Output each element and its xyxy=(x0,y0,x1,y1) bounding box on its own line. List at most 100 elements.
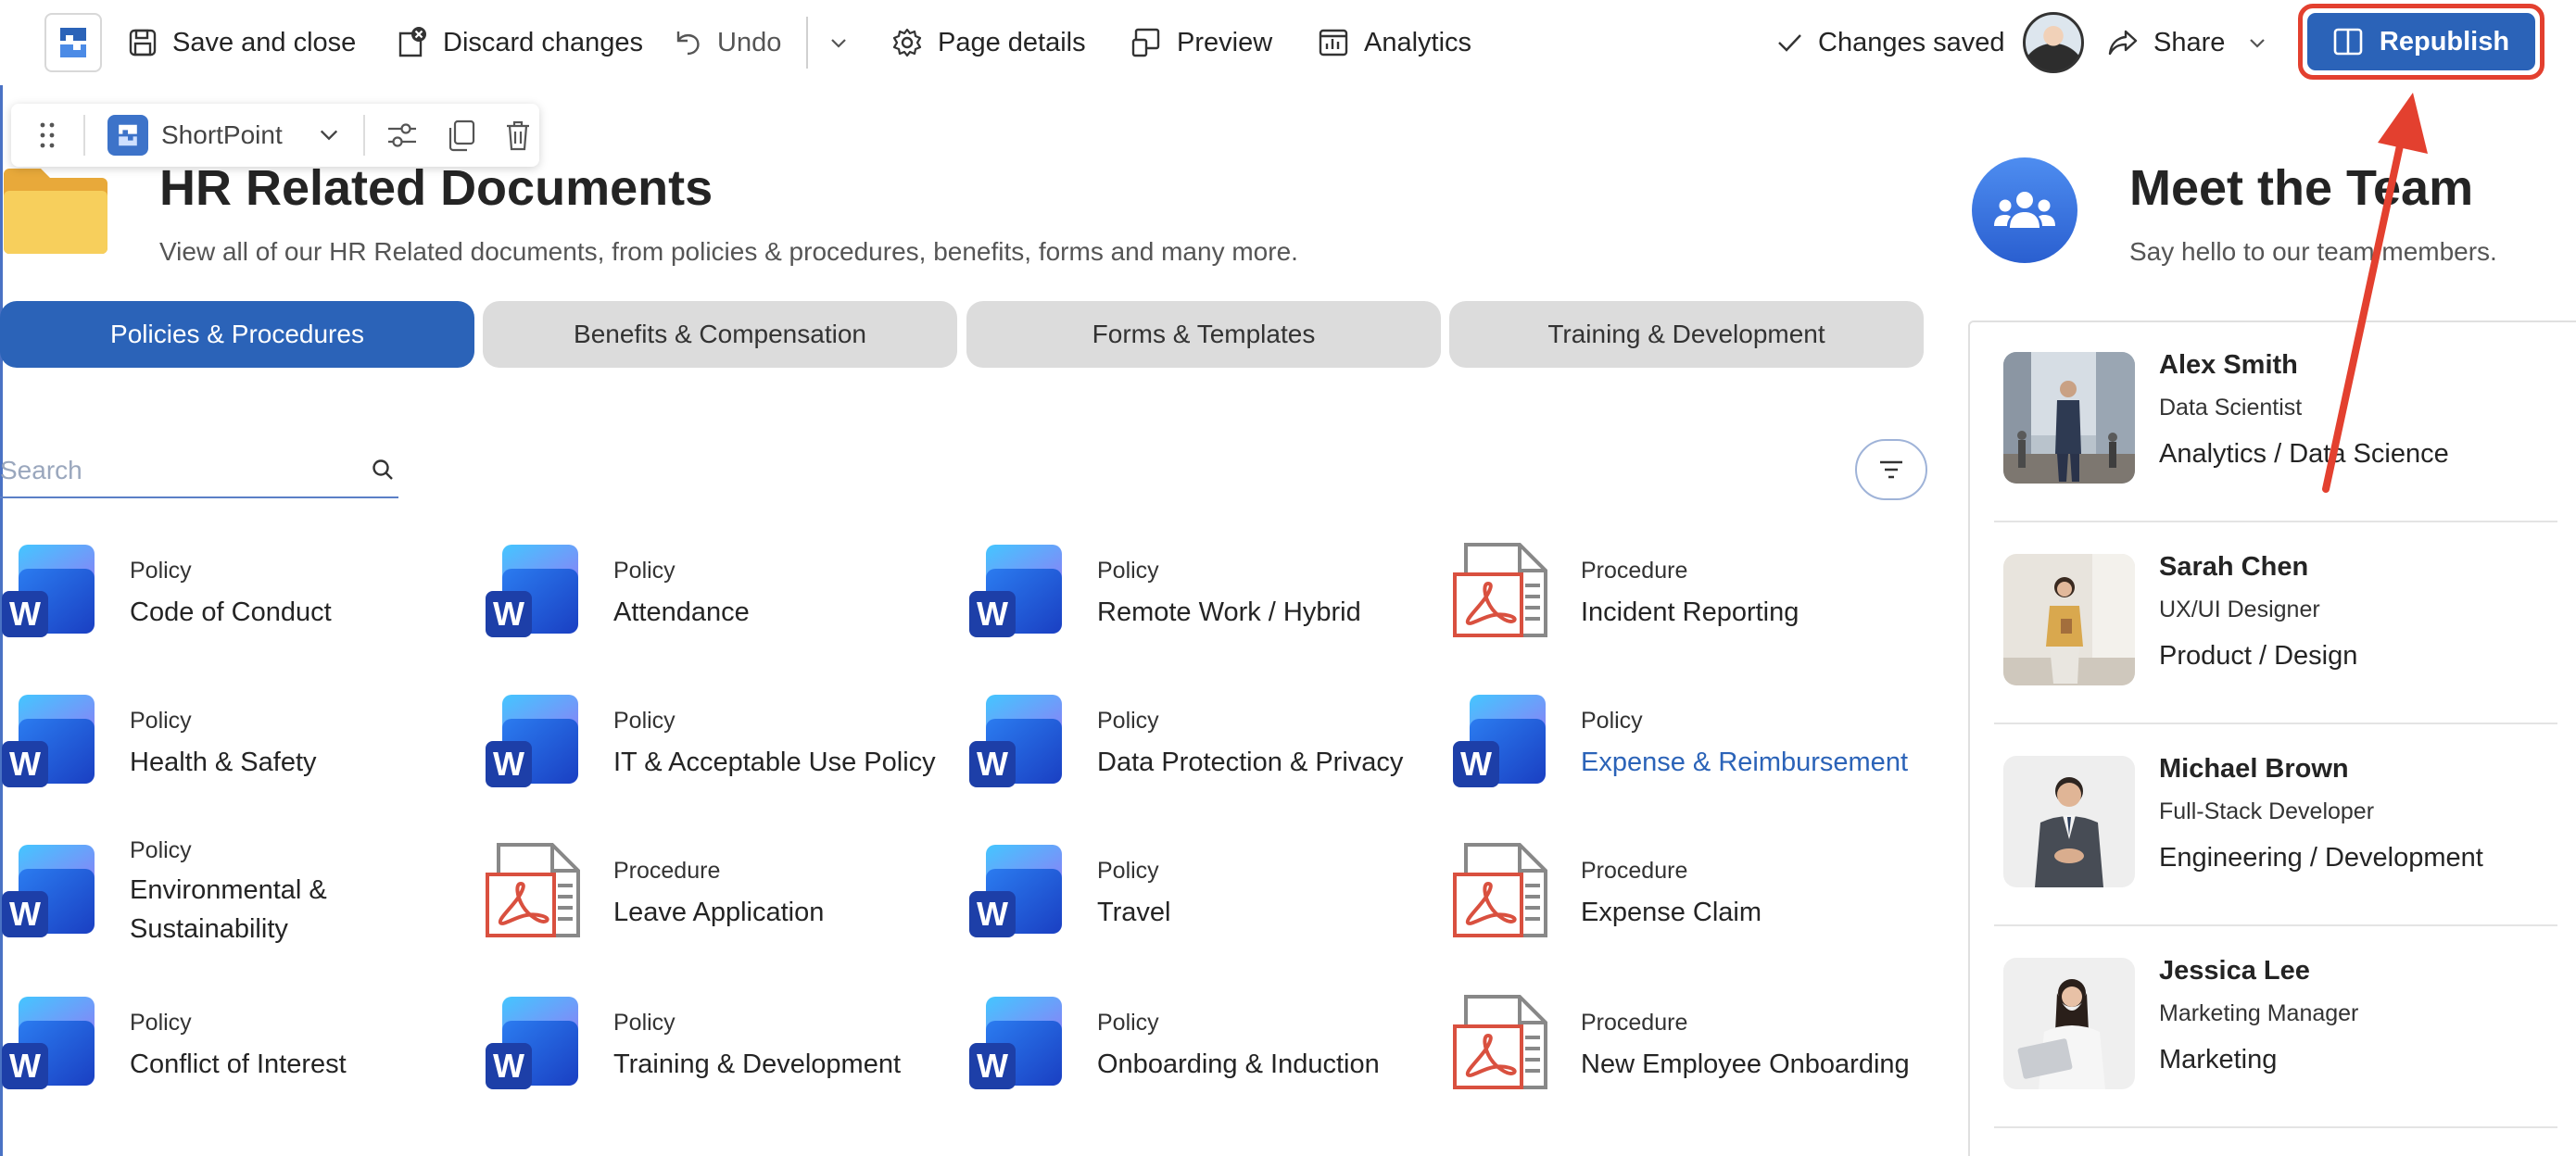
document-title: Attendance xyxy=(613,597,750,627)
gear-icon xyxy=(892,28,922,57)
word-icon: W xyxy=(484,541,582,639)
team-member-card[interactable]: Sarah Chen UX/UI Designer Product / Desi… xyxy=(1994,522,2557,724)
discard-icon xyxy=(398,27,426,57)
member-role: Full-Stack Developer xyxy=(2159,798,2375,824)
republish-button[interactable]: Republish xyxy=(2307,13,2535,70)
member-photo xyxy=(2003,958,2135,1089)
document-card[interactable]: Procedure Leave Application xyxy=(484,841,947,952)
user-avatar[interactable] xyxy=(2023,12,2084,73)
save-and-close-button[interactable]: Save and close xyxy=(128,20,356,65)
share-button[interactable]: Share xyxy=(2107,20,2267,65)
document-title: Onboarding & Induction xyxy=(1097,1049,1380,1079)
save-status: Changes saved xyxy=(1775,20,2005,65)
document-title: IT & Acceptable Use Policy xyxy=(613,748,936,777)
document-type: Policy xyxy=(1097,1010,1159,1036)
search-box xyxy=(0,446,398,498)
app-logo[interactable] xyxy=(44,13,102,72)
top-toolbar: Save and close Discard changes Undo Page… xyxy=(0,0,2576,85)
checkmark-icon xyxy=(1778,34,1801,52)
folder-icon xyxy=(4,169,107,254)
preview-button[interactable]: Preview xyxy=(1130,20,1272,65)
document-card[interactable]: W Policy Travel xyxy=(967,841,1431,952)
toolbar-divider xyxy=(363,115,365,156)
member-role: Marketing Manager xyxy=(2159,1000,2359,1026)
svg-text:W: W xyxy=(493,1047,524,1085)
document-card[interactable]: W Policy IT & Acceptable Use Policy xyxy=(484,691,947,802)
document-type: Policy xyxy=(1097,558,1159,584)
document-type: Procedure xyxy=(1581,558,1688,584)
team-member-card[interactable]: Alex Smith Data Scientist Analytics / Da… xyxy=(1994,320,2557,522)
settings-sliders-icon[interactable] xyxy=(385,119,419,157)
document-card[interactable]: W Policy Expense & Reimbursement xyxy=(1451,691,1914,802)
shortpoint-logo-icon xyxy=(60,28,86,57)
document-card[interactable]: W Policy Onboarding & Induction xyxy=(967,993,1431,1104)
tab-forms-templates[interactable]: Forms & Templates xyxy=(966,301,1441,368)
document-title: Leave Application xyxy=(613,898,825,927)
document-type: Policy xyxy=(613,1010,676,1036)
team-icon xyxy=(1972,157,2077,263)
undo-button[interactable]: Undo xyxy=(673,20,781,65)
tab-benefits-compensation[interactable]: Benefits & Compensation xyxy=(483,301,957,368)
document-type: Policy xyxy=(1097,708,1159,734)
filter-button[interactable] xyxy=(1855,439,1927,500)
document-type: Procedure xyxy=(1581,858,1688,884)
analytics-icon xyxy=(1319,29,1348,57)
chevron-down-icon xyxy=(2250,39,2266,48)
svg-text:W: W xyxy=(9,1047,41,1085)
document-type: Policy xyxy=(1097,858,1159,884)
document-card[interactable]: W Policy Health & Safety xyxy=(0,691,463,802)
document-card[interactable]: Procedure Expense Claim xyxy=(1451,841,1914,952)
document-card[interactable]: W Policy Training & Development xyxy=(484,993,947,1104)
document-title: Data Protection & Privacy xyxy=(1097,748,1404,777)
team-member-card[interactable]: Jessica Lee Marketing Manager Marketing xyxy=(1994,926,2557,1128)
member-photo xyxy=(2003,352,2135,484)
analytics-button[interactable]: Analytics xyxy=(1318,20,1471,65)
filter-icon xyxy=(1880,460,1902,479)
document-type: Procedure xyxy=(1581,1010,1688,1036)
team-title: Meet the Team xyxy=(2129,160,2474,216)
delete-icon[interactable] xyxy=(504,119,532,157)
word-icon: W xyxy=(967,841,1066,939)
document-title: Travel xyxy=(1097,898,1171,927)
document-title: Expense Claim xyxy=(1581,898,1762,927)
document-card[interactable]: Procedure Incident Reporting xyxy=(1451,541,1914,652)
save-icon xyxy=(129,29,157,57)
drag-handle-icon[interactable] xyxy=(37,120,57,155)
shortpoint-logo-icon xyxy=(107,115,148,156)
undo-icon xyxy=(676,31,700,56)
duplicate-icon[interactable] xyxy=(447,119,476,157)
search-input[interactable] xyxy=(0,446,352,495)
page-title: HR Related Documents xyxy=(159,160,713,216)
team-member-card[interactable]: Michael Brown Full-Stack Developer Engin… xyxy=(1994,724,2557,926)
document-card[interactable]: W Policy Remote Work / Hybrid xyxy=(967,541,1431,652)
search-icon[interactable] xyxy=(371,458,395,482)
document-title: Training & Development xyxy=(613,1049,902,1079)
divider xyxy=(1994,1126,2557,1128)
document-card[interactable]: Procedure New Employee Onboarding xyxy=(1451,993,1914,1104)
page-subtitle: View all of our HR Related documents, fr… xyxy=(159,237,1298,266)
tab-policies-procedures[interactable]: Policies & Procedures xyxy=(0,301,474,368)
word-icon: W xyxy=(0,841,98,939)
member-role: UX/UI Designer xyxy=(2159,597,2320,622)
document-card[interactable]: W Policy Conflict of Interest xyxy=(0,993,463,1104)
document-card[interactable]: W Policy Data Protection & Privacy xyxy=(967,691,1431,802)
svg-text:W: W xyxy=(493,595,524,633)
undo-history-dropdown[interactable] xyxy=(828,20,849,65)
document-card[interactable]: W Policy Attendance xyxy=(484,541,947,652)
document-type: Policy xyxy=(130,1010,192,1036)
word-icon: W xyxy=(0,691,98,789)
document-type: Policy xyxy=(130,558,192,584)
svg-text:W: W xyxy=(9,895,41,933)
member-department: Analytics / Data Science xyxy=(2159,439,2449,469)
document-title[interactable]: Expense & Reimbursement xyxy=(1581,743,1933,782)
discard-changes-button[interactable]: Discard changes xyxy=(395,20,643,65)
chevron-down-icon[interactable] xyxy=(317,122,341,151)
page-details-button[interactable]: Page details xyxy=(891,20,1086,65)
document-title: Code of Conduct xyxy=(130,597,332,627)
document-card[interactable]: W Policy Environmental & Sustainability xyxy=(0,837,463,952)
member-name: Michael Brown xyxy=(2159,754,2349,784)
document-type: Procedure xyxy=(613,858,721,884)
webpart-name[interactable]: ShortPoint xyxy=(161,120,283,150)
tab-training-development[interactable]: Training & Development xyxy=(1449,301,1924,368)
document-card[interactable]: W Policy Code of Conduct xyxy=(0,541,463,652)
